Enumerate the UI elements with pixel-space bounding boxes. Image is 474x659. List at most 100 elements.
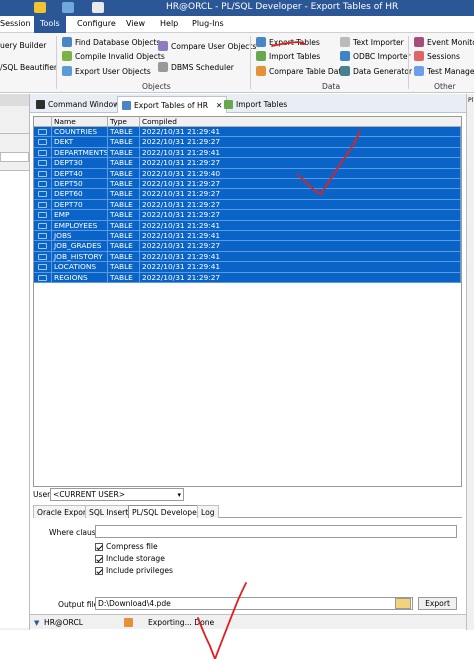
compile-invalid-button[interactable]: Compile Invalid Objects — [62, 51, 165, 61]
terminal-icon — [36, 100, 45, 109]
column-header-type[interactable]: Type — [108, 117, 140, 127]
output-file-input[interactable]: D:\Download\4.pde — [95, 597, 413, 610]
sessions-button[interactable]: Sessions — [414, 51, 460, 61]
tab-label: Import Tables — [236, 100, 288, 109]
table-row[interactable]: EMP TABLE 2022/10/31 21:29:27 — [34, 210, 461, 221]
cell-name: DEPT30 — [52, 158, 108, 169]
user-label: User — [33, 490, 51, 499]
cell-type: TABLE — [108, 179, 140, 190]
dbms-scheduler-button[interactable]: DBMS Scheduler — [158, 62, 234, 72]
column-header-compiled[interactable]: Compiled — [140, 117, 461, 127]
odbc-importer-label: ODBC Importer — [353, 51, 411, 61]
table-row[interactable]: JOBS TABLE 2022/10/31 21:29:41 — [34, 231, 461, 242]
tab-import-tables[interactable]: Import Tables — [220, 96, 291, 113]
import-tables-button[interactable]: Import Tables — [256, 51, 320, 61]
export-user-objects-button[interactable]: Export User Objects — [62, 66, 151, 76]
export-user-objects-label: Export User Objects — [75, 66, 151, 76]
tab-label: Command Window — [48, 100, 120, 109]
cell-name: DEKT — [52, 137, 108, 148]
include-privileges-checkbox[interactable]: Include privileges — [95, 566, 173, 575]
text-importer-button[interactable]: Text Importer — [340, 37, 404, 47]
compare-user-objects-button[interactable]: Compare User Objects — [158, 41, 256, 51]
column-header-name[interactable]: Name — [52, 117, 108, 127]
compare-table-icon — [256, 66, 266, 76]
query-builder-button[interactable]: uery Builder — [0, 41, 46, 50]
menu-view[interactable]: View — [126, 19, 145, 28]
tab-plsql-developer[interactable]: PL/SQL Developer — [128, 505, 204, 518]
cell-compiled: 2022/10/31 21:29:41 — [140, 147, 461, 159]
user-select[interactable]: <CURRENT USER> ▾ — [50, 488, 184, 501]
table-import-icon — [224, 100, 233, 109]
table-row[interactable]: JOB_GRADES TABLE 2022/10/31 21:29:27 — [34, 241, 461, 252]
cell-compiled: 2022/10/31 21:29:41 — [140, 231, 461, 242]
row-table-icon — [34, 220, 52, 231]
left-pane-header — [0, 94, 29, 106]
user-select-value: <CURRENT USER> — [53, 490, 126, 499]
row-table-icon — [34, 179, 52, 190]
table-row[interactable]: DEPT50 TABLE 2022/10/31 21:29:27 — [34, 179, 461, 190]
tab-log[interactable]: Log — [197, 505, 219, 518]
export-button[interactable]: Export — [418, 597, 457, 610]
database-icon — [340, 51, 350, 61]
include-storage-checkbox[interactable]: Include storage — [95, 554, 165, 563]
beautifier-button[interactable]: /SQL Beautifier — [0, 63, 57, 72]
table-row[interactable]: DEPT60 TABLE 2022/10/31 21:29:27 — [34, 189, 461, 200]
table-row[interactable]: COUNTRIES TABLE 2022/10/31 21:29:41 — [34, 127, 461, 138]
table-row[interactable]: DEPARTMENTS TABLE 2022/10/31 21:29:41 — [34, 147, 461, 159]
table-row[interactable]: JOB_HISTORY TABLE 2022/10/31 21:29:41 — [34, 251, 461, 263]
folder-icon[interactable] — [395, 598, 411, 609]
menu-tools[interactable]: Tools — [34, 16, 66, 34]
where-clause-input[interactable] — [95, 525, 457, 538]
quick-access-icon[interactable] — [62, 2, 74, 13]
where-clause-label: Where clause — [49, 528, 101, 537]
data-generator-button[interactable]: Data Generator — [340, 66, 412, 76]
cell-compiled: 2022/10/31 21:29:41 — [140, 220, 461, 231]
compare-table-data-button[interactable]: Compare Table Data — [256, 66, 346, 76]
row-table-icon — [34, 158, 52, 169]
quick-access-icon[interactable] — [92, 2, 104, 13]
table-row[interactable]: DEKT TABLE 2022/10/31 21:29:27 — [34, 137, 461, 148]
odbc-importer-button[interactable]: ODBC Importer — [340, 51, 411, 61]
search-icon — [62, 37, 72, 47]
cell-type: TABLE — [108, 210, 140, 221]
table-list[interactable]: Name Type Compiled COUNTRIES TABLE 2022/10… — [33, 116, 462, 487]
table-row[interactable]: DEPT70 TABLE 2022/10/31 21:29:27 — [34, 199, 461, 211]
table-row[interactable]: REGIONS TABLE 2022/10/31 21:29:27 — [34, 272, 461, 283]
cell-name: JOB_GRADES — [52, 241, 108, 252]
export-tables-button[interactable]: Export Tables — [256, 37, 320, 47]
cell-name: DEPT50 — [52, 179, 108, 190]
cell-compiled: 2022/10/31 21:29:41 — [140, 127, 461, 138]
document-tabs: Command Window Export Tables of HR ✕ Impo… — [30, 94, 466, 113]
menu-configure[interactable]: Configure — [77, 19, 116, 28]
object-browser[interactable] — [0, 170, 29, 628]
tab-export-tables[interactable]: Export Tables of HR ✕ — [117, 96, 228, 113]
compress-file-checkbox[interactable]: Compress file — [95, 542, 158, 551]
table-row[interactable]: EMPLOYEES TABLE 2022/10/31 21:29:41 — [34, 220, 461, 231]
table-row[interactable]: DEPT30 TABLE 2022/10/31 21:29:27 — [34, 158, 461, 169]
window-title: HR@ORCL - PL/SQL Developer - Export Tabl… — [166, 2, 399, 12]
event-monitor-button[interactable]: Event Monitor — [414, 37, 474, 47]
test-manager-button[interactable]: Test Manager — [414, 66, 474, 76]
import-tables-label: Import Tables — [269, 51, 321, 61]
row-table-icon — [34, 262, 52, 273]
tab-oracle-export[interactable]: Oracle Export — [33, 505, 93, 518]
table-row[interactable]: LOCATIONS TABLE 2022/10/31 21:29:41 — [34, 262, 461, 273]
chevron-down-icon: ▾ — [177, 491, 181, 499]
table-row[interactable]: DEPT40 TABLE 2022/10/31 21:29:40 — [34, 168, 461, 179]
cell-type: TABLE — [108, 147, 140, 159]
right-pane: Pl — [466, 94, 474, 630]
status-message: Exporting... Done — [148, 618, 215, 627]
cell-compiled: 2022/10/31 21:29:27 — [140, 210, 461, 221]
cell-compiled: 2022/10/31 21:29:27 — [140, 137, 461, 148]
tab-command-window[interactable]: Command Window — [32, 96, 123, 113]
objects-group-label: Objects — [142, 82, 171, 91]
left-pane-field[interactable] — [0, 152, 29, 162]
find-objects-label: Find Database Objects — [75, 37, 161, 47]
find-objects-button[interactable]: Find Database Objects — [62, 37, 160, 47]
menu-help[interactable]: Help — [160, 19, 178, 28]
menu-session[interactable]: Session — [0, 19, 31, 28]
cell-type: TABLE — [108, 262, 140, 273]
menu-plug-ins[interactable]: Plug-Ins — [192, 19, 224, 28]
cell-type: TABLE — [108, 220, 140, 231]
quick-access-icon[interactable] — [34, 2, 46, 13]
